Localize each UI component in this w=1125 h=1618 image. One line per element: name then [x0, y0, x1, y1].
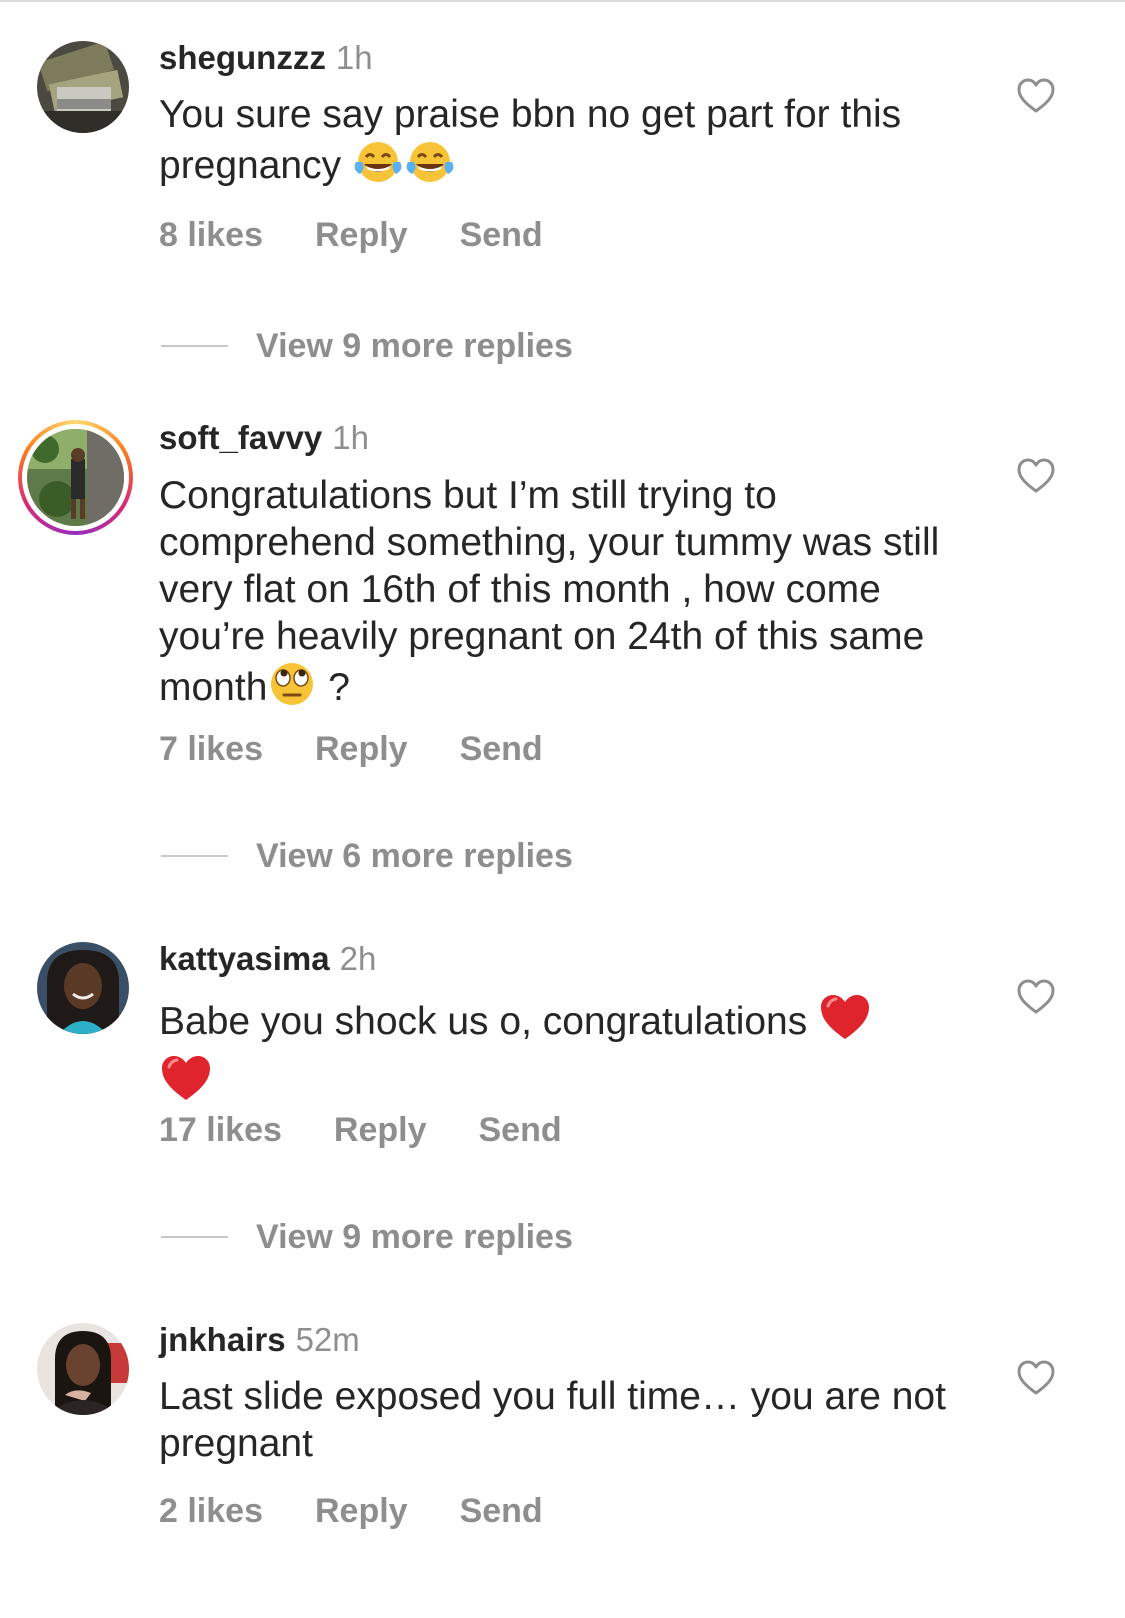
- view-replies-label: View 6 more replies: [256, 836, 573, 875]
- view-more-replies[interactable]: View 6 more replies: [161, 834, 573, 878]
- avatar[interactable]: [37, 1323, 129, 1415]
- comment-header: shegunzzz 1h: [159, 38, 373, 78]
- heart-outline-icon[interactable]: [1017, 1360, 1055, 1396]
- comment-text: Last slide exposed you full time… you ar…: [159, 1373, 979, 1467]
- tears-of-joy-icon: [352, 138, 404, 197]
- avatar-image: [37, 41, 129, 133]
- avatar-image: [27, 429, 124, 526]
- view-more-replies[interactable]: View 9 more replies: [161, 1215, 573, 1259]
- username[interactable]: kattyasima: [159, 940, 330, 977]
- comment-text-suffix: ?: [317, 666, 350, 709]
- heart-outline-icon[interactable]: [1017, 458, 1055, 494]
- username[interactable]: shegunzzz: [159, 39, 326, 76]
- replies-divider: [161, 855, 228, 857]
- likes-count[interactable]: 17 likes: [159, 1110, 282, 1150]
- comment-time: 52m: [295, 1321, 360, 1358]
- heart-outline-icon[interactable]: [1017, 979, 1055, 1015]
- comment-time: 2h: [339, 940, 377, 977]
- view-more-replies[interactable]: View 9 more replies: [161, 324, 573, 368]
- avatar-ring-gap: [22, 424, 129, 531]
- comment-header: kattyasima 2h: [159, 939, 376, 979]
- send-button[interactable]: Send: [478, 1110, 561, 1150]
- username[interactable]: jnkhairs: [159, 1321, 286, 1358]
- comment-actions: 8 likes Reply Send: [159, 215, 543, 255]
- avatar-story-ring[interactable]: [18, 420, 133, 535]
- likes-count[interactable]: 7 likes: [159, 729, 263, 769]
- reply-button[interactable]: Reply: [315, 215, 408, 255]
- view-replies-label: View 9 more replies: [256, 326, 573, 365]
- avatar[interactable]: [37, 41, 129, 133]
- red-heart-icon: [159, 1053, 213, 1114]
- comment-text: Babe you shock us o, congratulations: [159, 992, 979, 1114]
- comment-text: You sure say praise bbn no get part for …: [159, 91, 979, 197]
- reply-button[interactable]: Reply: [334, 1110, 427, 1150]
- avatar[interactable]: [37, 942, 129, 1034]
- send-button[interactable]: Send: [460, 1491, 543, 1531]
- reply-button[interactable]: Reply: [315, 1491, 408, 1531]
- replies-divider: [161, 345, 228, 347]
- avatar: [27, 429, 124, 526]
- reply-button[interactable]: Reply: [315, 729, 408, 769]
- rolling-eyes-icon: [267, 660, 317, 719]
- send-button[interactable]: Send: [460, 729, 543, 769]
- heart-outline-icon[interactable]: [1017, 78, 1055, 114]
- username[interactable]: soft_favvy: [159, 419, 322, 456]
- comment-actions: 7 likes Reply Send: [159, 729, 543, 769]
- red-heart-icon: [818, 992, 872, 1053]
- comment-actions: 2 likes Reply Send: [159, 1491, 543, 1531]
- avatar-image: [37, 942, 129, 1034]
- likes-count[interactable]: 2 likes: [159, 1491, 263, 1531]
- comment-text-content: Babe you shock us o, congratulations: [159, 1000, 819, 1043]
- comment-text: Congratulations but I’m still trying to …: [159, 472, 979, 719]
- comment-time: 1h: [335, 39, 373, 76]
- top-divider: [0, 0, 1125, 2]
- comment-header: jnkhairs 52m: [159, 1320, 360, 1360]
- view-replies-label: View 9 more replies: [256, 1217, 573, 1256]
- comment-actions: 17 likes Reply Send: [159, 1110, 562, 1150]
- comment-text-content: You sure say praise bbn no get part for …: [159, 93, 902, 187]
- comment-header: soft_favvy 1h: [159, 418, 369, 458]
- likes-count[interactable]: 8 likes: [159, 215, 263, 255]
- comment-time: 1h: [332, 419, 369, 456]
- comment-text-content: Last slide exposed you full time… you ar…: [159, 1375, 946, 1465]
- avatar-image: [37, 1323, 129, 1415]
- replies-divider: [161, 1236, 228, 1238]
- send-button[interactable]: Send: [460, 215, 543, 255]
- tears-of-joy-icon: [404, 138, 456, 197]
